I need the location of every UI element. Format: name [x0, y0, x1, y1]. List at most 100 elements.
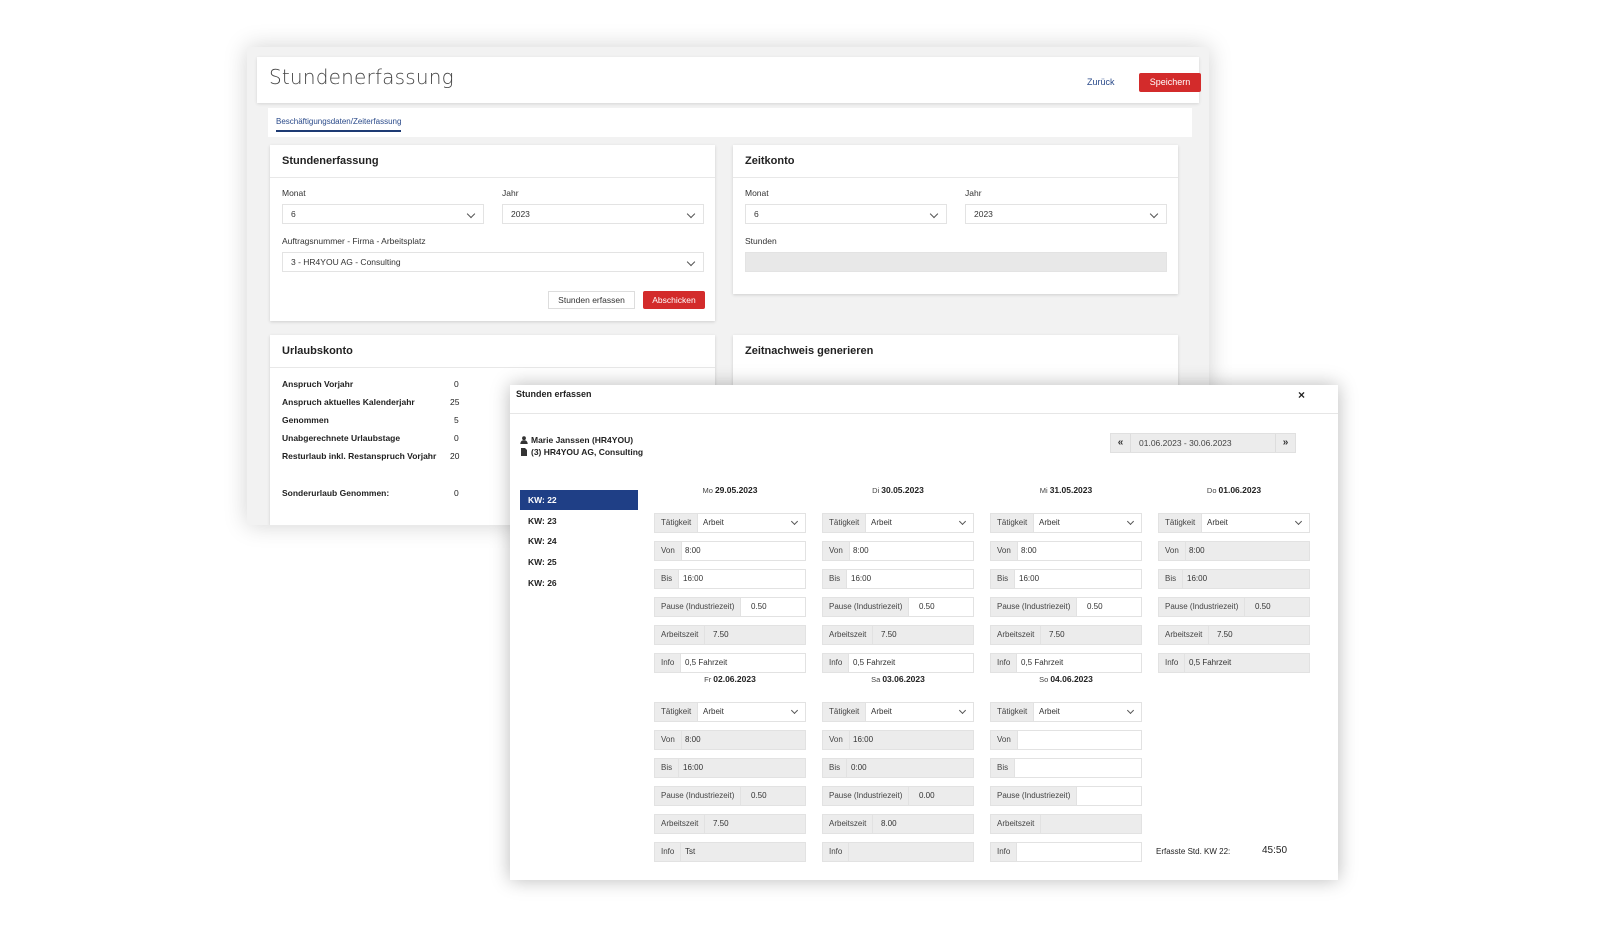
info-label: Info [991, 843, 1018, 861]
von-field[interactable]: Von 8:00 [654, 730, 806, 750]
weekday-label: Mo [702, 486, 713, 495]
summary-value: 45:50 [1262, 845, 1288, 856]
arbeitszeit-field: Arbeitszeit 7.50 [654, 625, 806, 645]
pause-field[interactable]: Pause (Industriezeit) 0.50 [654, 597, 806, 617]
save-button[interactable]: Speichern [1139, 73, 1201, 92]
pause-field[interactable]: Pause (Industriezeit) 0.50 [990, 597, 1142, 617]
taetigkeit-label: Tätigkeit [823, 514, 867, 532]
von-field[interactable]: Von [990, 730, 1142, 750]
bis-field[interactable]: Bis 16:00 [990, 569, 1142, 589]
taetigkeit-label: Tätigkeit [1159, 514, 1203, 532]
taetigkeit-value: Arbeit [1207, 518, 1228, 527]
arbeitszeit-field: Arbeitszeit [990, 814, 1142, 834]
von-label: Von [823, 731, 850, 749]
pause-value: 0.50 [751, 602, 767, 611]
divider [270, 367, 715, 368]
von-field[interactable]: Von 8:00 [990, 541, 1142, 561]
pause-label: Pause (Industriezeit) [1159, 598, 1246, 616]
back-button[interactable]: Zurück [1087, 77, 1115, 87]
pause-label: Pause (Industriezeit) [655, 598, 742, 616]
next-range-button[interactable]: » [1275, 434, 1295, 452]
week-item[interactable]: KW: 22 [520, 490, 638, 510]
pause-field[interactable]: Pause (Industriezeit) 0.00 [822, 786, 974, 806]
assignment-name: (3) HR4YOU AG, Consulting [520, 447, 643, 457]
urlaub-row-label: Genommen [282, 415, 329, 425]
von-label: Von [823, 542, 850, 560]
von-value: 8:00 [685, 546, 701, 555]
bis-field[interactable]: Bis 16:00 [822, 569, 974, 589]
info-field[interactable]: Info [822, 842, 974, 862]
arbeitszeit-value: 7.50 [1217, 630, 1233, 639]
info-field[interactable]: Info 0,5 Fahrzeit [822, 653, 974, 673]
von-value: 8:00 [1021, 546, 1037, 555]
info-field[interactable]: Info 0,5 Fahrzeit [990, 653, 1142, 673]
day-date: 03.06.2023 [882, 674, 925, 684]
pause-label: Pause (Industriezeit) [991, 598, 1078, 616]
bis-field[interactable]: Bis 16:00 [654, 758, 806, 778]
week-item[interactable]: KW: 25 [520, 552, 638, 572]
info-label: Info [655, 843, 682, 861]
von-label: Von [991, 731, 1018, 749]
taetigkeit-field[interactable]: Tätigkeit Arbeit [654, 702, 806, 722]
info-field[interactable]: Info [990, 842, 1142, 862]
chevron-down-icon [1126, 517, 1135, 526]
bis-field[interactable]: Bis 0:00 [822, 758, 974, 778]
chevron-down-icon [1149, 209, 1159, 219]
info-field[interactable]: Info 0,5 Fahrzeit [654, 653, 806, 673]
card-title: Zeitkonto [745, 155, 795, 167]
von-field[interactable]: Von 8:00 [654, 541, 806, 561]
taetigkeit-field[interactable]: Tätigkeit Arbeit [1158, 513, 1310, 533]
pause-value: 0.50 [1087, 602, 1103, 611]
von-field[interactable]: Von 8:00 [822, 541, 974, 561]
taetigkeit-field[interactable]: Tätigkeit Arbeit [990, 513, 1142, 533]
jahr-label: Jahr [965, 188, 982, 198]
tab-employment-time[interactable]: Beschäftigungsdaten/Zeiterfassung [276, 117, 402, 132]
day-date: 29.05.2023 [714, 485, 758, 495]
arbeitszeit-field: Arbeitszeit 7.50 [654, 814, 806, 834]
bis-field[interactable]: Bis 16:00 [1158, 569, 1310, 589]
auftrag-select[interactable]: 3 - HR4YOU AG - Consulting [282, 252, 704, 272]
week-item[interactable]: KW: 24 [520, 531, 638, 551]
chevron-down-icon [790, 517, 799, 526]
info-field[interactable]: Info 0,5 Fahrzeit [1158, 653, 1310, 673]
week-item[interactable]: KW: 23 [520, 511, 638, 531]
chevron-down-icon [1294, 517, 1303, 526]
jahr-value: 2023 [511, 209, 530, 219]
pause-value: 0.00 [919, 791, 935, 800]
monat-value: 6 [754, 209, 759, 219]
weekday-label: Mi [1039, 486, 1048, 495]
jahr-select[interactable]: 2023 [502, 204, 704, 224]
von-value: 16:00 [853, 735, 874, 744]
pause-label: Pause (Industriezeit) [655, 787, 742, 805]
taetigkeit-field[interactable]: Tätigkeit Arbeit [822, 702, 974, 722]
stunden-erfassen-button[interactable]: Stunden erfassen [548, 291, 635, 309]
von-field[interactable]: Von 16:00 [822, 730, 974, 750]
urlaub-row-value: 0 [454, 488, 459, 498]
close-icon[interactable]: × [1298, 388, 1305, 402]
von-field[interactable]: Von 8:00 [1158, 541, 1310, 561]
week-item[interactable]: KW: 26 [520, 573, 638, 593]
jahr-select[interactable]: 2023 [965, 204, 1167, 224]
taetigkeit-field[interactable]: Tätigkeit Arbeit [990, 702, 1142, 722]
card-title: Stundenerfassung [282, 155, 379, 167]
von-label: Von [991, 542, 1018, 560]
monat-select[interactable]: 6 [282, 204, 484, 224]
arbeitszeit-value: 7.50 [713, 630, 729, 639]
prev-range-button[interactable]: « [1111, 434, 1131, 452]
pause-label: Pause (Industriezeit) [991, 787, 1078, 805]
abschicken-button[interactable]: Abschicken [643, 291, 705, 309]
bis-field[interactable]: Bis 16:00 [654, 569, 806, 589]
monat-select[interactable]: 6 [745, 204, 947, 224]
pause-field[interactable]: Pause (Industriezeit) [990, 786, 1142, 806]
taetigkeit-field[interactable]: Tätigkeit Arbeit [822, 513, 974, 533]
pause-field[interactable]: Pause (Industriezeit) 0.50 [1158, 597, 1310, 617]
arbeitszeit-label: Arbeitszeit [655, 815, 706, 833]
bis-field[interactable]: Bis [990, 758, 1142, 778]
pause-field[interactable]: Pause (Industriezeit) 0.50 [654, 786, 806, 806]
day-date: 31.05.2023 [1049, 485, 1093, 495]
pause-field[interactable]: Pause (Industriezeit) 0.50 [822, 597, 974, 617]
taetigkeit-field[interactable]: Tätigkeit Arbeit [654, 513, 806, 533]
arbeitszeit-field: Arbeitszeit 7.50 [990, 625, 1142, 645]
urlaub-row-value: 0 [454, 379, 459, 389]
info-field[interactable]: Info Tst [654, 842, 806, 862]
